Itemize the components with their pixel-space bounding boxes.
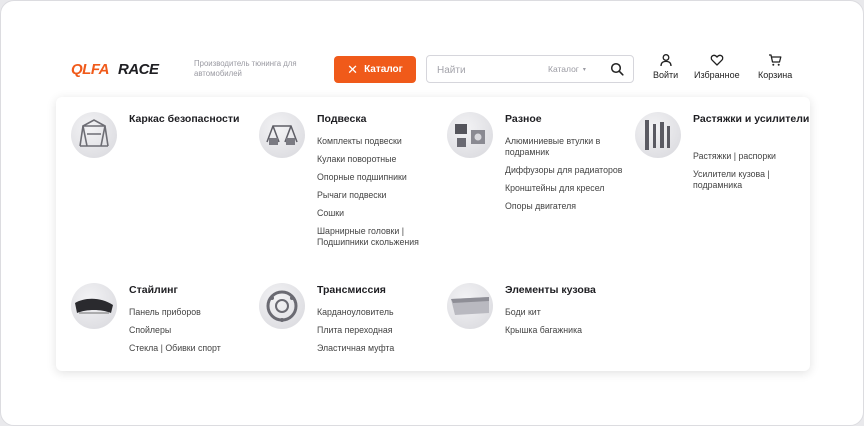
search-scope-select[interactable]: Каталог ▾ [548,64,586,74]
search-input[interactable] [437,62,537,78]
search-box: Каталог ▾ [426,55,634,83]
subcategory-link[interactable]: Крышка багажника [505,325,630,336]
subcategory-link[interactable]: Шарнирные головки | Подшипники скольжени… [317,226,442,248]
transmission-icon [259,283,305,329]
cart-label: Корзина [758,70,793,80]
subcategory-link[interactable]: Опоры двигателя [505,201,630,212]
login-button[interactable]: Войти [653,53,678,80]
svg-text:QLFA: QLFA [71,61,109,78]
search-scope-label: Каталог [548,64,579,74]
subcategory-link[interactable]: Сошки [317,208,442,219]
body-parts-icon [447,283,493,329]
subcategory-link[interactable]: Эластичная муфта [317,343,442,354]
subcategory-list: Растяжки | распорки Усилители кузова | п… [693,151,818,198]
subcategory-link[interactable]: Стекла | Обивки спорт [129,343,254,354]
subcategory-list: Карданоуловитель Плита переходная Эласти… [317,307,442,361]
subcategory-list: Боди кит Крышка багажника [505,307,630,343]
roll-cage-icon [71,112,117,158]
subcategory-link[interactable]: Боди кит [505,307,630,318]
login-label: Войти [653,70,679,80]
subcategory-link[interactable]: Опорные подшипники [317,172,442,183]
catalog-button-label: Каталог [364,64,403,75]
cart-button[interactable]: Корзина [758,53,792,80]
category-title[interactable]: Подвеска [317,112,442,127]
styling-icon [71,283,117,329]
favorites-label: Избранное [694,70,740,80]
category-title[interactable]: Стайлинг [129,283,254,298]
subcategory-link[interactable]: Кронштейны для кресел [505,183,630,194]
heart-icon [710,54,724,66]
user-icon [659,54,672,67]
favorites-button[interactable]: Избранное [694,53,740,80]
subcategory-link[interactable]: Панель приборов [129,307,254,318]
misc-parts-icon [447,112,493,158]
strut-bars-icon [635,112,681,158]
subcategory-link[interactable]: Растяжки | распорки [693,151,818,162]
cart-icon [769,54,782,66]
subcategory-link[interactable]: Рычаги подвески [317,190,442,201]
subcategory-link[interactable]: Кулаки поворотные [317,154,442,165]
page-frame: QLFA RACE Производитель тюнинга для авто… [0,0,864,426]
logo[interactable]: QLFA RACE [71,60,175,78]
category-title[interactable]: Трансмиссия [317,283,442,298]
category-title[interactable]: Разное [505,112,630,127]
subcategory-list: Панель приборов Спойлеры Стекла | Обивки… [129,307,254,361]
subcategory-link[interactable]: Диффузоры для радиаторов [505,165,630,176]
category-title[interactable]: Элементы кузова [505,283,630,298]
category-title[interactable]: Растяжки и усилители [693,112,818,127]
subcategory-list: Комплекты подвески Кулаки поворотные Опо… [317,136,442,255]
subcategory-link[interactable]: Алюминиевые втулки в подрамник [505,136,630,158]
subcategory-list: Алюминиевые втулки в подрамник Диффузоры… [505,136,630,219]
site-header: QLFA RACE Производитель тюнинга для авто… [1,1,863,97]
catalog-button[interactable]: ✕ Каталог [334,56,416,83]
subcategory-link[interactable]: Спойлеры [129,325,254,336]
subcategory-link[interactable]: Комплекты подвески [317,136,442,147]
chevron-down-icon: ▾ [582,66,586,73]
category-title[interactable]: Каркас безопасности [129,112,254,127]
subcategory-link[interactable]: Плита переходная [317,325,442,336]
suspension-icon [259,112,305,158]
subcategory-link[interactable]: Карданоуловитель [317,307,442,318]
subcategory-link[interactable]: Усилители кузова | подрамника [693,169,818,191]
svg-text:RACE: RACE [118,61,160,78]
tagline: Производитель тюнинга для автомобилей [194,59,297,78]
search-icon[interactable] [610,62,624,76]
catalog-dropdown: Каркас безопасности Подвеска Комплекты п… [56,97,810,371]
close-icon: ✕ [347,62,359,77]
